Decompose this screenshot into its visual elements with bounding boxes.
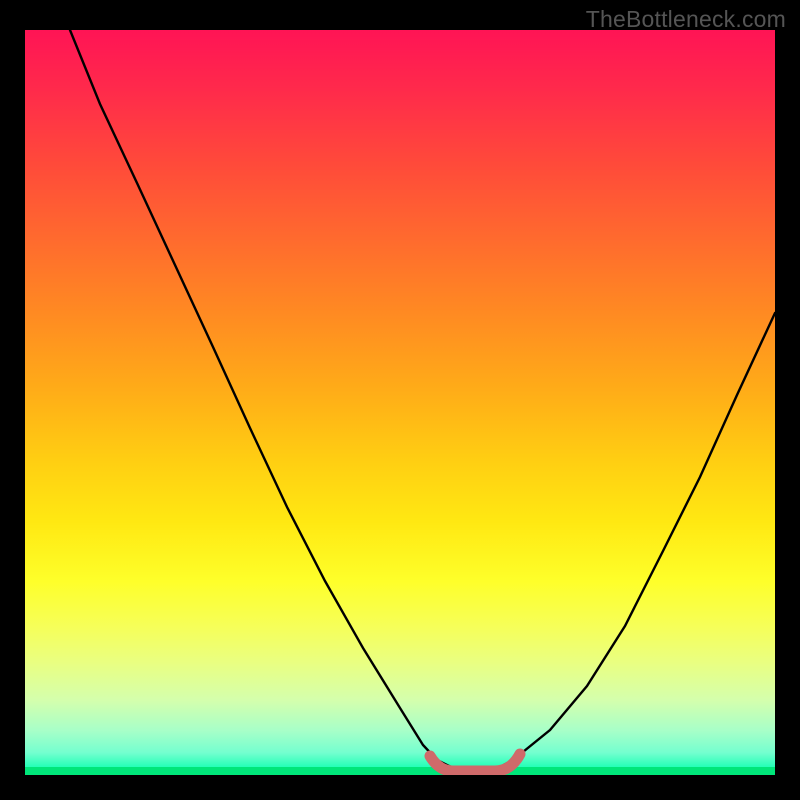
bottleneck-curve xyxy=(25,30,775,775)
plot-area xyxy=(25,30,775,775)
chart-frame: TheBottleneck.com xyxy=(0,0,800,800)
watermark-text: TheBottleneck.com xyxy=(586,6,786,33)
curve-path xyxy=(70,30,775,768)
